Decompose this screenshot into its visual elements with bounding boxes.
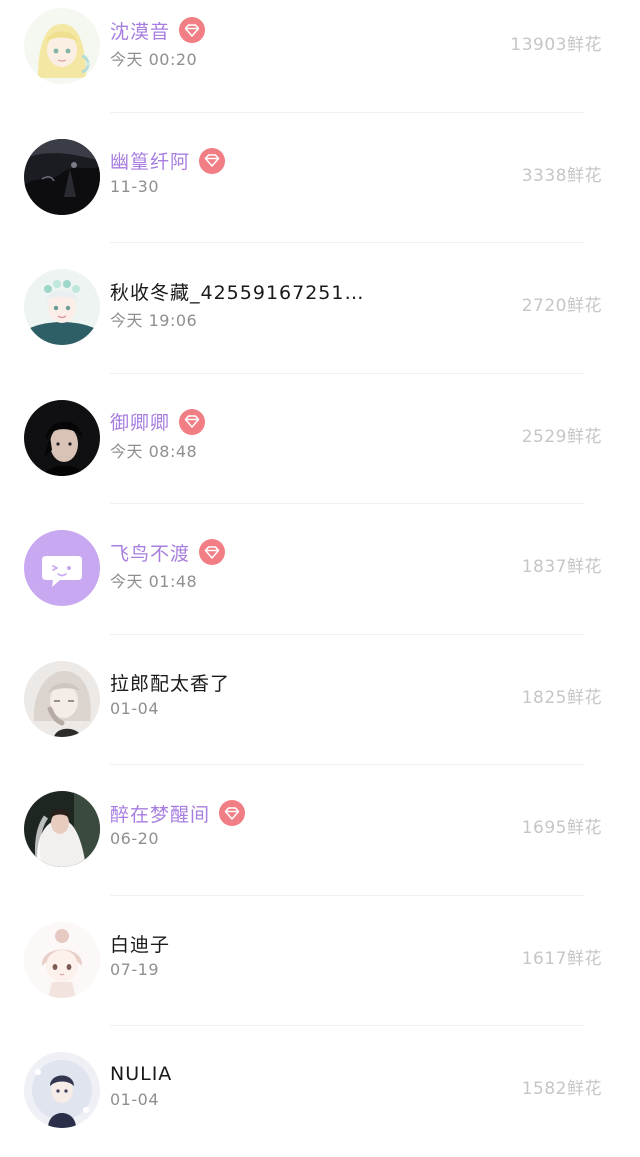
timestamp: 07-19: [110, 959, 159, 979]
flower-count: 1695鲜花: [521, 818, 602, 838]
flower-count: 1837鲜花: [521, 557, 602, 577]
user-name[interactable]: 秋收冬藏_42559167251…: [110, 278, 364, 305]
flower-count: 1582鲜花: [521, 1079, 602, 1099]
user-name[interactable]: 飞鸟不渡: [110, 539, 190, 566]
timestamp: 今天 08:48: [110, 441, 198, 461]
anime-figure-avatar[interactable]: [24, 1052, 100, 1128]
list-item[interactable]: 白迪子 07-19 1617鲜花: [0, 896, 640, 1026]
timestamp: 11-30: [110, 176, 159, 196]
user-name[interactable]: NULIA: [110, 1063, 172, 1085]
list-item[interactable]: 飞鸟不渡 今天 01:48 1837鲜花: [0, 504, 640, 635]
timestamp: 06-20: [110, 829, 159, 848]
flower-count: 1825鲜花: [521, 687, 602, 708]
sketch-character-avatar[interactable]: [24, 660, 100, 737]
flower-count: 1617鲜花: [521, 948, 602, 969]
user-name[interactable]: 拉郎配太香了: [110, 669, 230, 696]
dark-haired-man-avatar[interactable]: [24, 399, 100, 476]
user-name[interactable]: 白迪子: [110, 930, 170, 957]
timestamp: 今天 01:48: [110, 572, 198, 591]
vip-diamond-icon: [199, 147, 226, 174]
user-name[interactable]: 幽篁纤阿: [110, 147, 190, 174]
ranking-list: 沈漠音 今天 00:20 13903鲜花 幽篁纤阿 11-30 3338鲜花 秋…: [0, 0, 640, 1157]
list-item[interactable]: 秋收冬藏_42559167251… 今天 19:06 2720鲜花: [0, 243, 640, 374]
flower-count: 13903鲜花: [510, 35, 602, 55]
user-name[interactable]: 醉在梦醒间: [110, 800, 210, 827]
flower-count: 2720鲜花: [521, 296, 602, 316]
default-chat-bubble-avatar[interactable]: [24, 530, 100, 606]
vip-diamond-icon: [219, 800, 246, 826]
timestamp: 01-04: [110, 698, 159, 718]
list-item[interactable]: 醉在梦醒间 06-20 1695鲜花: [0, 765, 640, 896]
list-item[interactable]: 沈漠音 今天 00:20 13903鲜花: [0, 0, 640, 113]
anime-boy-flower-crown-avatar[interactable]: [24, 269, 100, 345]
flower-count: 3338鲜花: [521, 165, 602, 186]
timestamp: 01-04: [110, 1090, 159, 1109]
user-name[interactable]: 沈漠音: [110, 17, 170, 44]
timestamp: 今天 00:20: [110, 50, 198, 69]
dark-landscape-avatar[interactable]: [24, 138, 100, 215]
anime-girl-blonde-avatar[interactable]: [24, 8, 100, 84]
vip-diamond-icon: [199, 539, 226, 565]
bride-photo-avatar[interactable]: [24, 791, 100, 867]
vip-diamond-icon: [179, 408, 206, 435]
flower-count: 2529鲜花: [521, 426, 602, 447]
list-item[interactable]: 拉郎配太香了 01-04 1825鲜花: [0, 635, 640, 765]
user-name[interactable]: 御卿卿: [110, 408, 170, 435]
timestamp: 今天 19:06: [110, 311, 198, 330]
list-item[interactable]: NULIA 01-04 1582鲜花: [0, 1026, 640, 1157]
list-item[interactable]: 幽篁纤阿 11-30 3338鲜花: [0, 113, 640, 243]
chibi-girl-avatar[interactable]: [24, 921, 100, 998]
vip-diamond-icon: [179, 17, 206, 43]
list-item[interactable]: 御卿卿 今天 08:48 2529鲜花: [0, 374, 640, 504]
